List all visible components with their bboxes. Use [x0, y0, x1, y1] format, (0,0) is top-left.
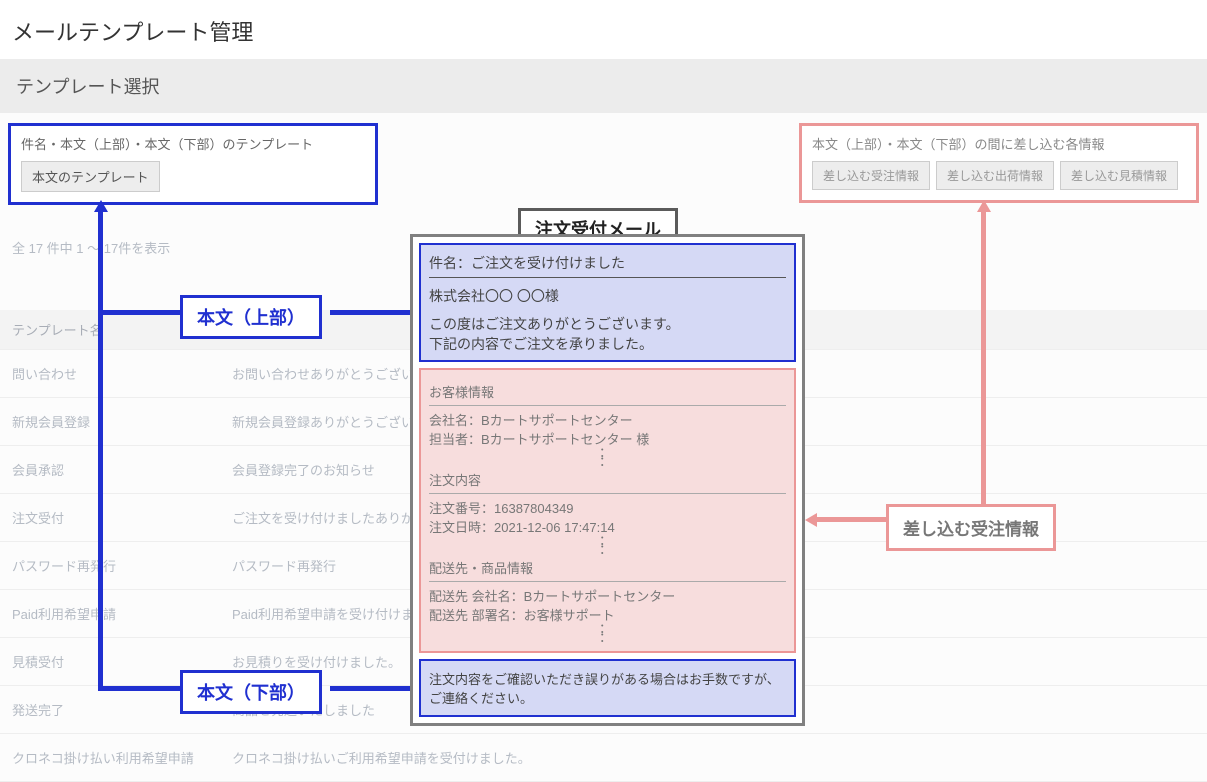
connector — [981, 210, 986, 508]
connector — [98, 686, 183, 691]
cell-template: クロネコ掛け払い利用希望申請 — [12, 748, 232, 767]
mail-preview: 件名：ご注文を受け付けました 株式会社〇〇 〇〇様 この度はご注文ありがとうござ… — [410, 234, 805, 726]
cell-template: Paid利用希望申請 — [12, 604, 232, 623]
table-row[interactable]: クロネコ掛け払い利用希望申請クロネコ掛け払いご利用希望申請を受付けました。 — [0, 734, 1207, 782]
cell-template: パスワード再発行 — [12, 556, 232, 575]
cell-template: 会員承認 — [12, 460, 232, 479]
connector — [98, 310, 183, 315]
customer-head: お客様情報 — [429, 382, 786, 401]
dots: ： ： — [429, 624, 786, 642]
mail-greeting: 株式会社〇〇 〇〇様 — [429, 286, 786, 306]
ship-head: 配送先・商品情報 — [429, 558, 786, 577]
mail-lower-section: 注文内容をご確認いただき誤りがある場合はお手数ですが、ご連絡ください。 — [419, 659, 796, 717]
cell-template: 問い合わせ — [12, 364, 232, 383]
insert-order-button[interactable]: 差し込む受注情報 — [812, 161, 930, 190]
ship-body: 配送先 会社名：Bカートサポートセンター 配送先 部署名：お客様サポート — [429, 586, 786, 624]
insert-ship-button[interactable]: 差し込む出荷情報 — [936, 161, 1054, 190]
lower-body-label: 本文（下部） — [180, 670, 322, 714]
dots: ： ： — [429, 448, 786, 466]
body-template-box: 件名・本文（上部）・本文（下部）のテンプレート 本文のテンプレート — [8, 123, 378, 205]
cell-template: 注文受付 — [12, 508, 232, 527]
section-title: テンプレート選択 — [0, 59, 1207, 113]
mail-subject: 件名：ご注文を受け付けました — [429, 253, 786, 278]
connector — [330, 310, 412, 315]
cell-subject: クロネコ掛け払いご利用希望申請を受付けました。 — [232, 748, 1195, 767]
customer-body: 会社名：Bカートサポートセンター 担当者：Bカートサポートセンター 様 — [429, 410, 786, 448]
connector — [815, 517, 890, 522]
order-body: 注文番号：16387804349 注文日時：2021-12-06 17:47:1… — [429, 498, 786, 536]
mail-upper-section: 件名：ご注文を受け付けました 株式会社〇〇 〇〇様 この度はご注文ありがとうござ… — [419, 243, 796, 362]
insert-info-header: 本文（上部）・本文（下部）の間に差し込む各情報 — [812, 134, 1186, 153]
body-template-button[interactable]: 本文のテンプレート — [21, 161, 160, 192]
order-head: 注文内容 — [429, 470, 786, 489]
mail-thanks: この度はご注文ありがとうございます。 下記の内容でご注文を承りました。 — [429, 314, 786, 354]
insert-quote-button[interactable]: 差し込む見積情報 — [1060, 161, 1178, 190]
page-title: メールテンプレート管理 — [0, 0, 1207, 59]
dots: ： ： — [429, 536, 786, 554]
connector — [98, 210, 103, 690]
upper-body-label: 本文（上部） — [180, 295, 322, 339]
insert-order-label: 差し込む受注情報 — [886, 504, 1056, 551]
cell-template: 新規会員登録 — [12, 412, 232, 431]
connector — [330, 686, 412, 691]
mail-insert-section: お客様情報 会社名：Bカートサポートセンター 担当者：Bカートサポートセンター … — [419, 368, 796, 653]
cell-template: 見積受付 — [12, 652, 232, 671]
insert-info-box: 本文（上部）・本文（下部）の間に差し込む各情報 差し込む受注情報 差し込む出荷情… — [799, 123, 1199, 203]
body-template-header: 件名・本文（上部）・本文（下部）のテンプレート — [21, 134, 365, 153]
